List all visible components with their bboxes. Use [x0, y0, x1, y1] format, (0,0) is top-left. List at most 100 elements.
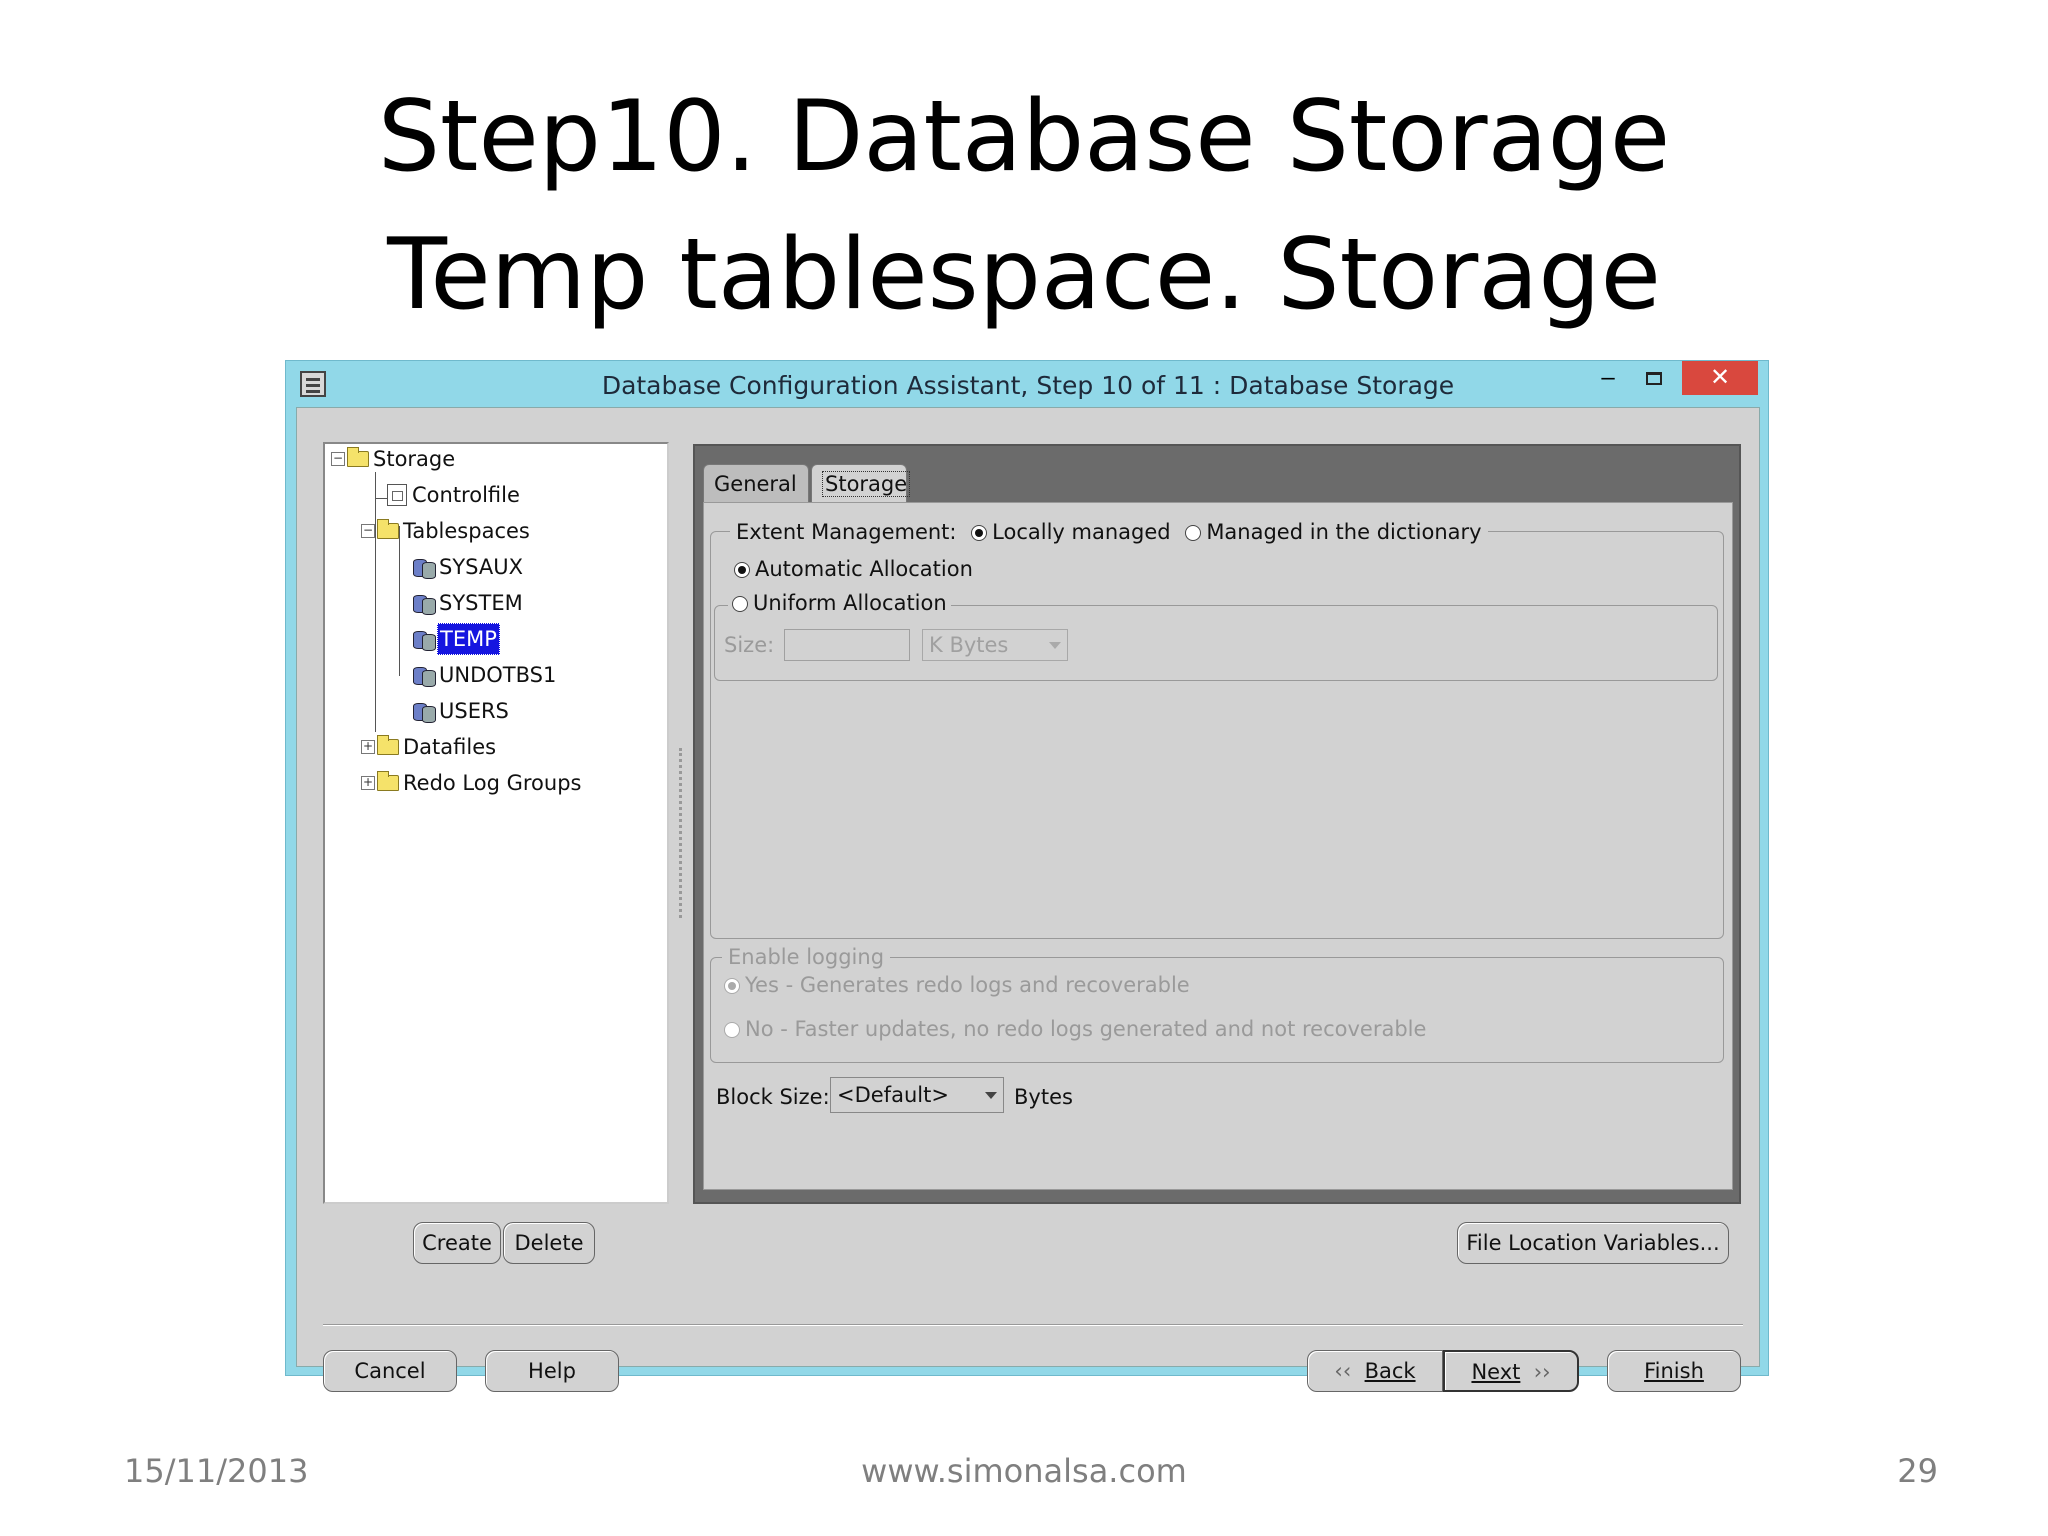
slide-title-line1: Step10. Database Storage — [377, 80, 1671, 194]
tablespace-icon — [413, 628, 436, 651]
tree-label-datafiles: Datafiles — [403, 735, 497, 759]
folder-icon — [377, 519, 399, 539]
window-titlebar[interactable]: Database Configuration Assistant, Step 1… — [286, 361, 1768, 407]
maximize-button[interactable] — [1632, 361, 1676, 395]
block-size-select[interactable]: <Default> — [830, 1077, 1004, 1113]
tree-node-redo-log-groups[interactable]: + Redo Log Groups — [361, 768, 583, 798]
tab-storage[interactable]: Storage — [811, 464, 911, 504]
size-unit-value: K Bytes — [929, 633, 1009, 657]
finish-label: Finish — [1644, 1359, 1704, 1383]
tablespace-properties-panel: General Storage Extent Management: Local… — [693, 444, 1741, 1204]
footer-page-number: 29 — [1897, 1452, 1938, 1490]
logging-yes-label: Yes - Generates redo logs and recoverabl… — [745, 973, 1190, 997]
expand-icon[interactable]: + — [361, 776, 375, 790]
uniform-allocation-option[interactable]: Uniform Allocation — [728, 589, 951, 617]
dialog-client: − Storage Controlfile − Tablespaces SYSA… — [296, 407, 1760, 1392]
automatic-allocation-option[interactable]: Automatic Allocation — [734, 557, 973, 581]
tablespace-icon — [413, 700, 436, 723]
tree-label-redo-log-groups: Redo Log Groups — [403, 771, 582, 795]
chevron-right-icon: ›› — [1533, 1360, 1551, 1384]
tree-node-tablespaces[interactable]: − Tablespaces — [361, 516, 532, 546]
enable-logging-legend: Enable logging — [722, 943, 891, 971]
tree-node-system[interactable]: SYSTEM — [413, 588, 525, 618]
tablespace-icon — [413, 664, 436, 687]
automatic-allocation-label: Automatic Allocation — [755, 557, 973, 581]
size-unit-select[interactable]: K Bytes — [922, 629, 1068, 661]
uniform-allocation-radio[interactable] — [732, 596, 748, 612]
uniform-allocation-label: Uniform Allocation — [753, 591, 947, 615]
footer-separator — [323, 1324, 1743, 1326]
tablespace-icon — [413, 592, 436, 615]
chevron-down-icon — [1049, 642, 1061, 649]
slide-title: Step10. Database Storage Temp tablespace… — [0, 68, 2048, 344]
extent-management-legend: Extent Management: Locally managed Manag… — [730, 517, 1488, 547]
size-label: Size: — [724, 633, 775, 657]
automatic-allocation-radio[interactable] — [734, 562, 750, 578]
block-size-value: <Default> — [837, 1083, 949, 1107]
next-label: Next — [1471, 1360, 1521, 1384]
window-title: Database Configuration Assistant, Step 1… — [601, 371, 1455, 400]
next-button[interactable]: Next ›› — [1443, 1350, 1579, 1392]
slide-title-line2: Temp tablespace. Storage — [387, 218, 1661, 332]
tablespace-icon — [413, 556, 436, 579]
collapse-icon[interactable]: − — [331, 452, 345, 466]
dictionary-managed-radio[interactable] — [1185, 525, 1202, 541]
tree-label-undotbs1: UNDOTBS1 — [439, 663, 557, 687]
tree-label-system: SYSTEM — [439, 591, 523, 615]
file-location-variables-button[interactable]: File Location Variables... — [1457, 1222, 1729, 1264]
tab-general-label: General — [714, 472, 797, 496]
footer-url: www.simonalsa.com — [861, 1452, 1187, 1490]
folder-icon — [377, 771, 399, 791]
logging-no-option[interactable]: No - Faster updates, no redo logs genera… — [724, 1017, 1426, 1041]
tab-storage-label: Storage — [822, 471, 911, 497]
create-button[interactable]: Create — [413, 1222, 501, 1264]
chevron-left-icon: ‹‹ — [1334, 1359, 1352, 1383]
collapse-icon[interactable]: − — [361, 524, 375, 538]
tree-label-controlfile: Controlfile — [412, 483, 520, 507]
tree-label-temp: TEMP — [437, 623, 500, 655]
tree-node-users[interactable]: USERS — [413, 696, 511, 726]
cancel-button[interactable]: Cancel — [323, 1350, 457, 1392]
tree-label-users: USERS — [439, 699, 509, 723]
dictionary-managed-label: Managed in the dictionary — [1206, 520, 1482, 544]
extent-management-label: Extent Management: — [736, 520, 957, 544]
block-size-label: Block Size: — [716, 1085, 830, 1109]
folder-icon — [347, 447, 369, 467]
logging-no-label: No - Faster updates, no redo logs genera… — [745, 1017, 1427, 1041]
delete-button[interactable]: Delete — [503, 1222, 595, 1264]
expand-icon[interactable]: + — [361, 740, 375, 754]
panel-splitter[interactable] — [679, 748, 685, 918]
help-button[interactable]: Help — [485, 1350, 619, 1392]
tree-node-controlfile[interactable]: Controlfile — [387, 480, 522, 510]
tree-line — [375, 472, 376, 732]
tree-node-undotbs1[interactable]: UNDOTBS1 — [413, 660, 558, 690]
minimize-button[interactable]: – — [1586, 361, 1630, 395]
tree-node-temp[interactable]: TEMP — [413, 623, 500, 655]
tree-label-tablespaces: Tablespaces — [403, 519, 530, 543]
finish-button[interactable]: Finish — [1607, 1350, 1741, 1392]
tree-node-storage[interactable]: − Storage — [331, 444, 457, 474]
logging-yes-radio[interactable] — [724, 978, 740, 994]
storage-tab-content: Extent Management: Locally managed Manag… — [703, 502, 1733, 1190]
tab-general[interactable]: General — [703, 464, 809, 504]
logging-no-radio[interactable] — [724, 1022, 740, 1038]
controlfile-icon — [387, 484, 407, 506]
tree-node-datafiles[interactable]: + Datafiles — [361, 732, 498, 762]
tree-label-storage: Storage — [373, 447, 456, 471]
logging-yes-option[interactable]: Yes - Generates redo logs and recoverabl… — [724, 973, 1190, 997]
close-button[interactable]: ✕ — [1682, 361, 1758, 395]
tree-label-sysaux: SYSAUX — [439, 555, 523, 579]
locally-managed-radio[interactable] — [971, 525, 988, 541]
block-size-unit: Bytes — [1014, 1085, 1073, 1109]
maximize-icon — [1646, 372, 1662, 385]
size-input[interactable] — [784, 629, 910, 661]
storage-tree[interactable]: − Storage Controlfile − Tablespaces SYSA… — [323, 442, 669, 1204]
tree-node-sysaux[interactable]: SYSAUX — [413, 552, 525, 582]
back-button[interactable]: ‹‹ Back — [1307, 1350, 1443, 1392]
chevron-down-icon — [985, 1092, 997, 1099]
locally-managed-label: Locally managed — [992, 520, 1171, 544]
tree-line — [399, 526, 400, 676]
back-label: Back — [1364, 1359, 1416, 1383]
dbca-window: Database Configuration Assistant, Step 1… — [285, 360, 1769, 1392]
folder-icon — [377, 735, 399, 755]
